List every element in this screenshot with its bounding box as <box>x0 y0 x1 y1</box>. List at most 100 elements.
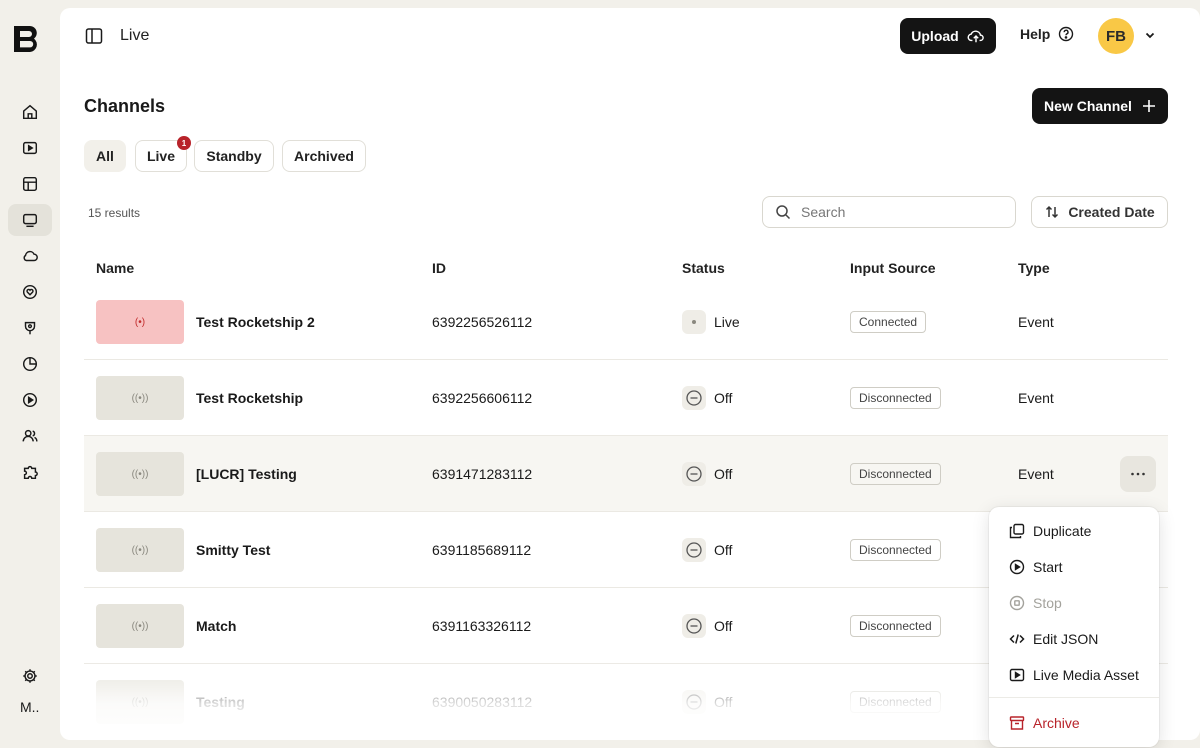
rail-videos[interactable] <box>8 132 52 164</box>
row-actions-button[interactable] <box>1120 456 1156 492</box>
channel-id: 6391185689112 <box>432 542 532 558</box>
table-row[interactable]: ((•)) Test Rocketship 6392256606112 Off … <box>84 360 1168 436</box>
left-rail: M.. <box>0 0 60 748</box>
off-status-icon <box>682 538 706 562</box>
column-header-id[interactable]: ID <box>432 260 446 276</box>
menu-item-edit-json[interactable]: Edit JSON <box>1009 631 1098 647</box>
rail-integrations[interactable] <box>8 456 52 488</box>
menu-item-label: Stop <box>1033 595 1062 611</box>
menu-item-start[interactable]: Start <box>1009 559 1063 575</box>
channel-name[interactable]: Testing <box>196 694 245 710</box>
channel-id: 6392256526112 <box>432 314 533 330</box>
menu-divider <box>989 697 1159 698</box>
filter-tab-all[interactable]: All <box>84 140 126 172</box>
channel-id: 6391471283112 <box>432 466 533 482</box>
menu-item-duplicate[interactable]: Duplicate <box>1009 523 1091 539</box>
table-row[interactable]: ((•)) [LUCR] Testing 6391471283112 Off D… <box>84 436 1168 512</box>
column-header-input-source[interactable]: Input Source <box>850 260 936 276</box>
channel-type: Event <box>1018 466 1054 482</box>
channel-thumbnail: ((•)) <box>96 452 184 496</box>
rail-layout[interactable] <box>8 168 52 200</box>
input-source-badge: Disconnected <box>850 691 941 713</box>
sort-icon <box>1046 205 1059 219</box>
search-icon <box>776 205 791 220</box>
duplicate-icon <box>1009 523 1025 539</box>
input-source-badge: Disconnected <box>850 539 941 561</box>
brand-logo-icon[interactable] <box>11 22 45 56</box>
new-channel-button[interactable]: New Channel <box>1032 88 1168 124</box>
upload-button[interactable]: Upload <box>900 18 996 54</box>
cloud-upload-icon <box>967 30 984 43</box>
channel-thumbnail: ((•)) <box>96 604 184 648</box>
tag-icon <box>24 321 36 335</box>
account-name-truncated[interactable]: M.. <box>20 699 39 715</box>
status-cell: Off <box>682 538 732 562</box>
filter-tab-label: Live <box>146 148 175 164</box>
menu-item-live-media-asset[interactable]: Live Media Asset <box>1009 667 1139 683</box>
channel-thumbnail: (•) <box>96 300 184 344</box>
rail-favorites[interactable] <box>8 276 52 308</box>
plus-icon <box>1142 100 1155 112</box>
column-header-type[interactable]: Type <box>1018 260 1050 276</box>
live-dot-icon <box>682 310 706 334</box>
chart-icon <box>22 356 38 372</box>
help-button[interactable]: Help <box>1020 26 1074 42</box>
filter-tab-live[interactable]: Live 1 <box>135 136 191 172</box>
user-avatar[interactable]: FB <box>1098 18 1134 54</box>
rail-players[interactable] <box>8 384 52 416</box>
input-source-badge: Disconnected <box>850 463 941 485</box>
status-text: Off <box>714 542 733 558</box>
status-text: Off <box>714 466 733 482</box>
column-header-name[interactable]: Name <box>96 260 134 276</box>
channel-name[interactable]: Smitty Test <box>196 542 270 558</box>
channel-name[interactable]: Match <box>196 618 236 634</box>
status-cell: Off <box>682 614 732 638</box>
rail-cloud[interactable] <box>8 240 52 272</box>
off-status-icon <box>682 462 706 486</box>
menu-item-label: Live Media Asset <box>1033 667 1139 683</box>
archive-icon <box>1009 716 1025 730</box>
channel-thumbnail: ((•)) <box>96 376 184 420</box>
off-status-icon <box>682 690 706 714</box>
menu-item-archive[interactable]: Archive <box>1009 715 1080 731</box>
channel-thumbnail: ((•)) <box>96 680 184 724</box>
status-text: Off <box>714 618 733 634</box>
channel-name[interactable]: Test Rocketship <box>196 390 303 406</box>
filter-tab-archived[interactable]: Archived <box>282 140 366 172</box>
rail-home[interactable] <box>8 96 52 128</box>
video-icon <box>22 141 38 155</box>
status-cell: Off <box>682 462 732 486</box>
table-row[interactable]: (•) Test Rocketship 2 6392256526112 Live… <box>84 284 1168 360</box>
status-cell: Live <box>682 310 740 334</box>
help-circle-icon <box>1059 26 1074 42</box>
users-icon <box>22 429 38 442</box>
sort-button[interactable]: Created Date <box>1031 196 1168 228</box>
breadcrumb-title: Live <box>120 27 150 44</box>
row-actions-menu: Duplicate Start Stop Edit JSON Live Medi… <box>989 507 1159 747</box>
channel-type: Event <box>1018 390 1054 406</box>
status-cell: Off <box>682 690 732 714</box>
rail-analytics[interactable] <box>8 348 52 380</box>
column-header-status[interactable]: Status <box>682 260 725 276</box>
rail-settings[interactable] <box>8 660 52 692</box>
status-text: Off <box>714 390 733 406</box>
channel-name[interactable]: [LUCR] Testing <box>196 466 297 482</box>
search-box[interactable] <box>762 196 1016 228</box>
filter-tab-label: Standby <box>206 148 262 164</box>
input-source-badge: Connected <box>850 311 927 333</box>
play-circle-icon <box>22 392 38 408</box>
menu-item-label: Duplicate <box>1033 523 1092 539</box>
sidebar-toggle-icon[interactable] <box>84 26 104 46</box>
home-icon <box>22 104 38 120</box>
menu-item-stop: Stop <box>1009 595 1062 611</box>
rail-tags[interactable] <box>8 312 52 344</box>
rail-users[interactable] <box>8 420 52 452</box>
filter-tab-standby[interactable]: Standby <box>194 140 274 172</box>
search-input[interactable] <box>801 204 1001 220</box>
chevron-down-icon[interactable] <box>1144 29 1156 41</box>
channel-name[interactable]: Test Rocketship 2 <box>196 314 315 330</box>
rail-channels[interactable] <box>8 204 52 236</box>
filter-tab-label: All <box>96 148 114 164</box>
channel-thumbnail: ((•)) <box>96 528 184 572</box>
live-count-badge: 1 <box>177 136 191 150</box>
